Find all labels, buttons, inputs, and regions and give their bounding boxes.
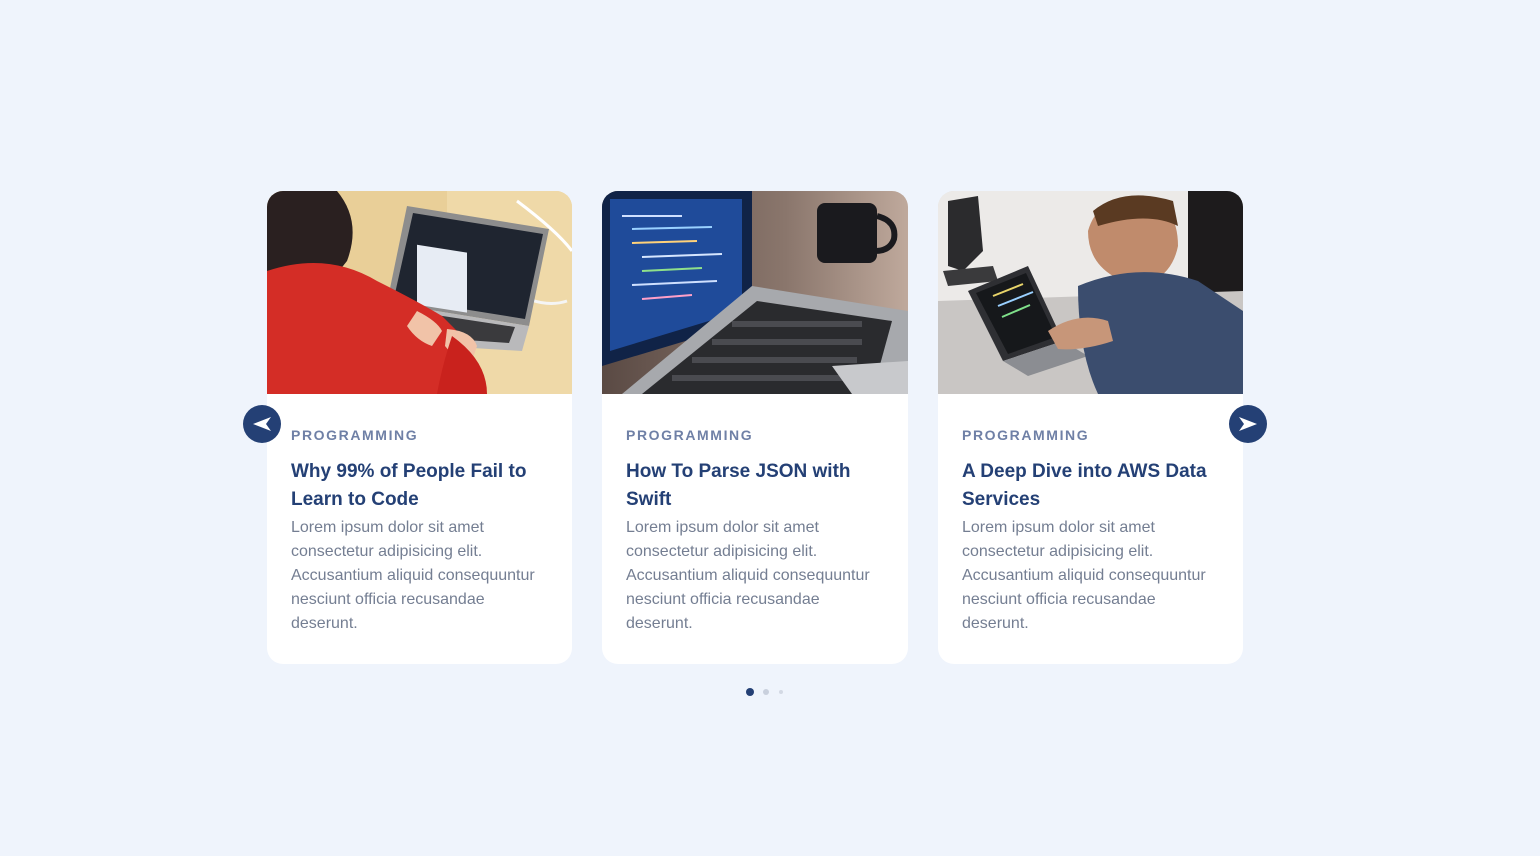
blog-card[interactable]: PROGRAMMING Why 99% of People Fail to Le… [267,191,572,664]
card-title[interactable]: Why 99% of People Fail to Learn to Code [291,458,548,514]
pagination-dot[interactable] [763,689,769,695]
blog-card[interactable]: PROGRAMMING A Deep Dive into AWS Data Se… [938,191,1243,664]
card-description: Lorem ipsum dolor sit amet consectetur a… [291,519,535,632]
carousel-next-button[interactable] [1229,405,1267,443]
card-description: Lorem ipsum dolor sit amet consectetur a… [962,519,1206,632]
card-title[interactable]: How To Parse JSON with Swift [626,458,884,514]
carousel-pagination [746,686,791,698]
blog-carousel: PROGRAMMING Why 99% of People Fail to Le… [267,191,1243,664]
carousel-prev-button[interactable] [243,405,281,443]
card-image-person-red-sweater-laptop[interactable] [267,191,572,394]
arrow-right-icon [1239,417,1257,431]
page: PROGRAMMING Why 99% of People Fail to Le… [0,0,1540,856]
laptop-photo-illustration [267,191,572,394]
card-image-laptop-code-closeup[interactable] [602,191,908,394]
pagination-dot[interactable] [779,690,783,694]
pagination-dot-active[interactable] [746,688,754,696]
card-category: PROGRAMMING [626,427,754,443]
card-body: PROGRAMMING Why 99% of People Fail to Le… [267,394,572,636]
card-body: PROGRAMMING A Deep Dive into AWS Data Se… [938,394,1243,636]
card-image-man-working-laptop[interactable] [938,191,1243,394]
blog-card[interactable]: PROGRAMMING How To Parse JSON with Swift… [602,191,908,664]
laptop-photo-illustration [602,191,908,394]
laptop-photo-illustration [938,191,1243,394]
card-body: PROGRAMMING How To Parse JSON with Swift… [602,394,908,636]
card-description: Lorem ipsum dolor sit amet consectetur a… [626,519,870,632]
card-title[interactable]: A Deep Dive into AWS Data Services [962,458,1219,514]
card-category: PROGRAMMING [291,427,419,443]
arrow-left-icon [253,417,271,431]
card-category: PROGRAMMING [962,427,1090,443]
